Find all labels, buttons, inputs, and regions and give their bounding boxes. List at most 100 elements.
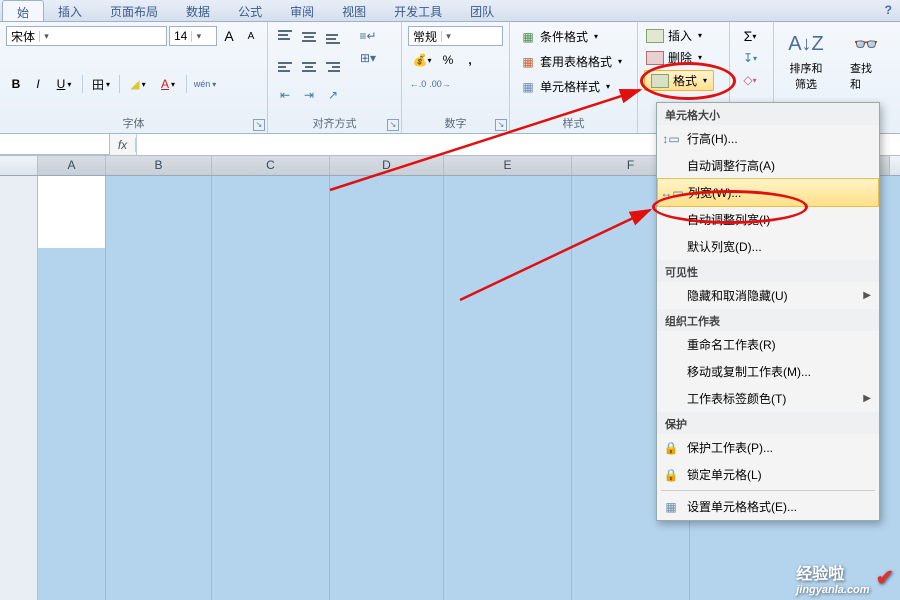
increase-decimal-button[interactable]: ←.0 — [408, 74, 428, 94]
row-headers[interactable] — [0, 176, 38, 600]
insert-cells-button[interactable]: 插入▾ — [644, 26, 714, 45]
help-icon[interactable]: ? — [877, 0, 900, 21]
font-color-button[interactable]: A▾ — [154, 74, 182, 94]
col-header-D[interactable]: D — [330, 156, 444, 175]
align-icon — [326, 30, 340, 42]
merge-button[interactable]: ⊞▾ — [352, 48, 384, 68]
percent-button[interactable]: % — [438, 50, 458, 70]
col-header-A[interactable]: A — [38, 156, 106, 175]
group-label-align: 对齐方式 — [274, 113, 395, 131]
decrease-decimal-button[interactable]: .00→ — [430, 74, 450, 94]
bucket-icon: ◢ — [130, 77, 139, 91]
clear-button[interactable]: ◇▾ — [736, 70, 764, 90]
font-name-combo[interactable]: 宋体 ▾ — [6, 26, 167, 46]
font-launcher-icon[interactable]: ↘ — [253, 119, 265, 131]
menu-rename-sheet[interactable]: 重命名工作表(R) — [657, 331, 879, 358]
menu-lock-cell[interactable]: 🔒 锁定单元格(L) — [657, 461, 879, 488]
align-icon — [278, 60, 292, 72]
format-cells-button[interactable]: 格式▾ — [644, 70, 714, 91]
menu-autofit-col[interactable]: 自动调整列宽(I) — [657, 206, 879, 233]
name-box[interactable] — [0, 134, 110, 155]
fx-icon[interactable]: fx — [110, 138, 136, 152]
number-launcher-icon[interactable]: ↘ — [495, 119, 507, 131]
group-label-styles: 样式 — [516, 113, 631, 131]
border-button[interactable]: 田▾ — [87, 74, 115, 94]
chevron-down-icon: ▾ — [191, 31, 205, 42]
currency-button[interactable]: 💰▾ — [408, 50, 436, 70]
select-all-corner[interactable] — [0, 156, 38, 175]
align-icon — [326, 60, 340, 72]
menu-protect-sheet[interactable]: 🔒 保护工作表(P)... — [657, 434, 879, 461]
group-label-number: 数字 — [408, 113, 503, 131]
menu-move-copy[interactable]: 移动或复制工作表(M)... — [657, 358, 879, 385]
align-middle-button[interactable] — [298, 26, 320, 46]
tab-insert[interactable]: 插入 — [44, 0, 96, 21]
menu-row-height[interactable]: ↕︎▭ 行高(H)... — [657, 125, 879, 152]
menu-default-width[interactable]: 默认列宽(D)... — [657, 233, 879, 260]
font-size-combo[interactable]: 14 ▾ — [169, 26, 217, 46]
fill-button[interactable]: ↧▾ — [736, 48, 764, 68]
align-icon — [302, 30, 316, 42]
wrap-text-button[interactable]: ≡↵ — [352, 26, 384, 46]
tab-home[interactable]: 始 — [2, 0, 44, 21]
ribbon-tabs: 始 插入 页面布局 数据 公式 审阅 视图 开发工具 团队 ? — [0, 0, 900, 22]
menu-autofit-row[interactable]: 自动调整行高(A) — [657, 152, 879, 179]
align-launcher-icon[interactable]: ↘ — [387, 119, 399, 131]
table-format-button[interactable]: ▦ 套用表格格式▾ — [516, 51, 626, 72]
orientation-button[interactable]: ↗ — [322, 85, 344, 105]
tab-team[interactable]: 团队 — [456, 0, 508, 21]
binoculars-icon: 👓 — [852, 30, 880, 58]
find-button[interactable]: 👓 查找和 — [844, 26, 888, 96]
format-dropdown-menu: 单元格大小 ↕︎▭ 行高(H)... 自动调整行高(A) ↔︎▭ 列宽(W)..… — [656, 102, 880, 521]
increase-font-button[interactable]: A — [219, 26, 239, 46]
submenu-arrow-icon: ▶ — [863, 393, 871, 404]
chevron-down-icon: ▾ — [441, 31, 455, 42]
menu-tab-color[interactable]: 工作表标签颜色(T) ▶ — [657, 385, 879, 412]
tab-formulas[interactable]: 公式 — [224, 0, 276, 21]
align-left-button[interactable] — [274, 56, 296, 76]
col-header-E[interactable]: E — [444, 156, 572, 175]
watermark: 经验啦 jingyanla.com ✔ — [796, 560, 894, 596]
tab-developer[interactable]: 开发工具 — [380, 0, 456, 21]
font-color-icon: A — [161, 77, 169, 91]
format-icon — [651, 74, 669, 88]
decrease-font-button[interactable]: A — [241, 26, 261, 46]
bold-button[interactable]: B — [6, 74, 26, 94]
underline-button[interactable]: U▾ — [50, 74, 78, 94]
delete-icon — [646, 51, 664, 65]
align-top-button[interactable] — [274, 26, 296, 46]
lock-icon: 🔒 — [663, 440, 679, 456]
delete-cells-button[interactable]: 删除▾ — [644, 48, 714, 67]
align-center-button[interactable] — [298, 56, 320, 76]
sort-filter-button[interactable]: A↓Z 排序和筛选 — [780, 26, 832, 96]
menu-column-width[interactable]: ↔︎▭ 列宽(W)... — [657, 178, 879, 207]
group-font: 宋体 ▾ 14 ▾ A A B I U▾ 田▾ — [0, 22, 268, 133]
menu-format-cells[interactable]: ▦ 设置单元格格式(E)... — [657, 493, 879, 520]
number-format-combo[interactable]: 常规 ▾ — [408, 26, 503, 46]
fill-color-button[interactable]: ◢▾ — [124, 74, 152, 94]
sort-icon: A↓Z — [792, 30, 820, 58]
align-bottom-button[interactable] — [322, 26, 344, 46]
comma-button[interactable]: , — [460, 50, 480, 70]
cell-styles-button[interactable]: ▦ 单元格样式▾ — [516, 76, 626, 97]
tab-layout[interactable]: 页面布局 — [96, 0, 172, 21]
align-right-button[interactable] — [322, 56, 344, 76]
italic-button[interactable]: I — [28, 74, 48, 94]
col-width-icon: ↔︎▭ — [664, 185, 680, 201]
group-label-font: 字体 — [6, 113, 261, 131]
tab-data[interactable]: 数据 — [172, 0, 224, 21]
align-icon — [302, 60, 316, 72]
decrease-indent-button[interactable]: ⇤ — [274, 85, 296, 105]
conditional-format-button[interactable]: ▦ 条件格式▾ — [516, 26, 626, 47]
menu-hide-unhide[interactable]: 隐藏和取消隐藏(U) ▶ — [657, 282, 879, 309]
number-format: 常规 — [409, 28, 441, 45]
tab-review[interactable]: 审阅 — [276, 0, 328, 21]
col-header-C[interactable]: C — [212, 156, 330, 175]
tab-view[interactable]: 视图 — [328, 0, 380, 21]
phonetic-button[interactable]: wén▾ — [191, 74, 219, 94]
increase-indent-button[interactable]: ⇥ — [298, 85, 320, 105]
col-header-B[interactable]: B — [106, 156, 212, 175]
lock-cell-icon: 🔒 — [663, 467, 679, 483]
row-height-icon: ↕︎▭ — [663, 131, 679, 147]
autosum-button[interactable]: Σ▾ — [736, 26, 764, 46]
